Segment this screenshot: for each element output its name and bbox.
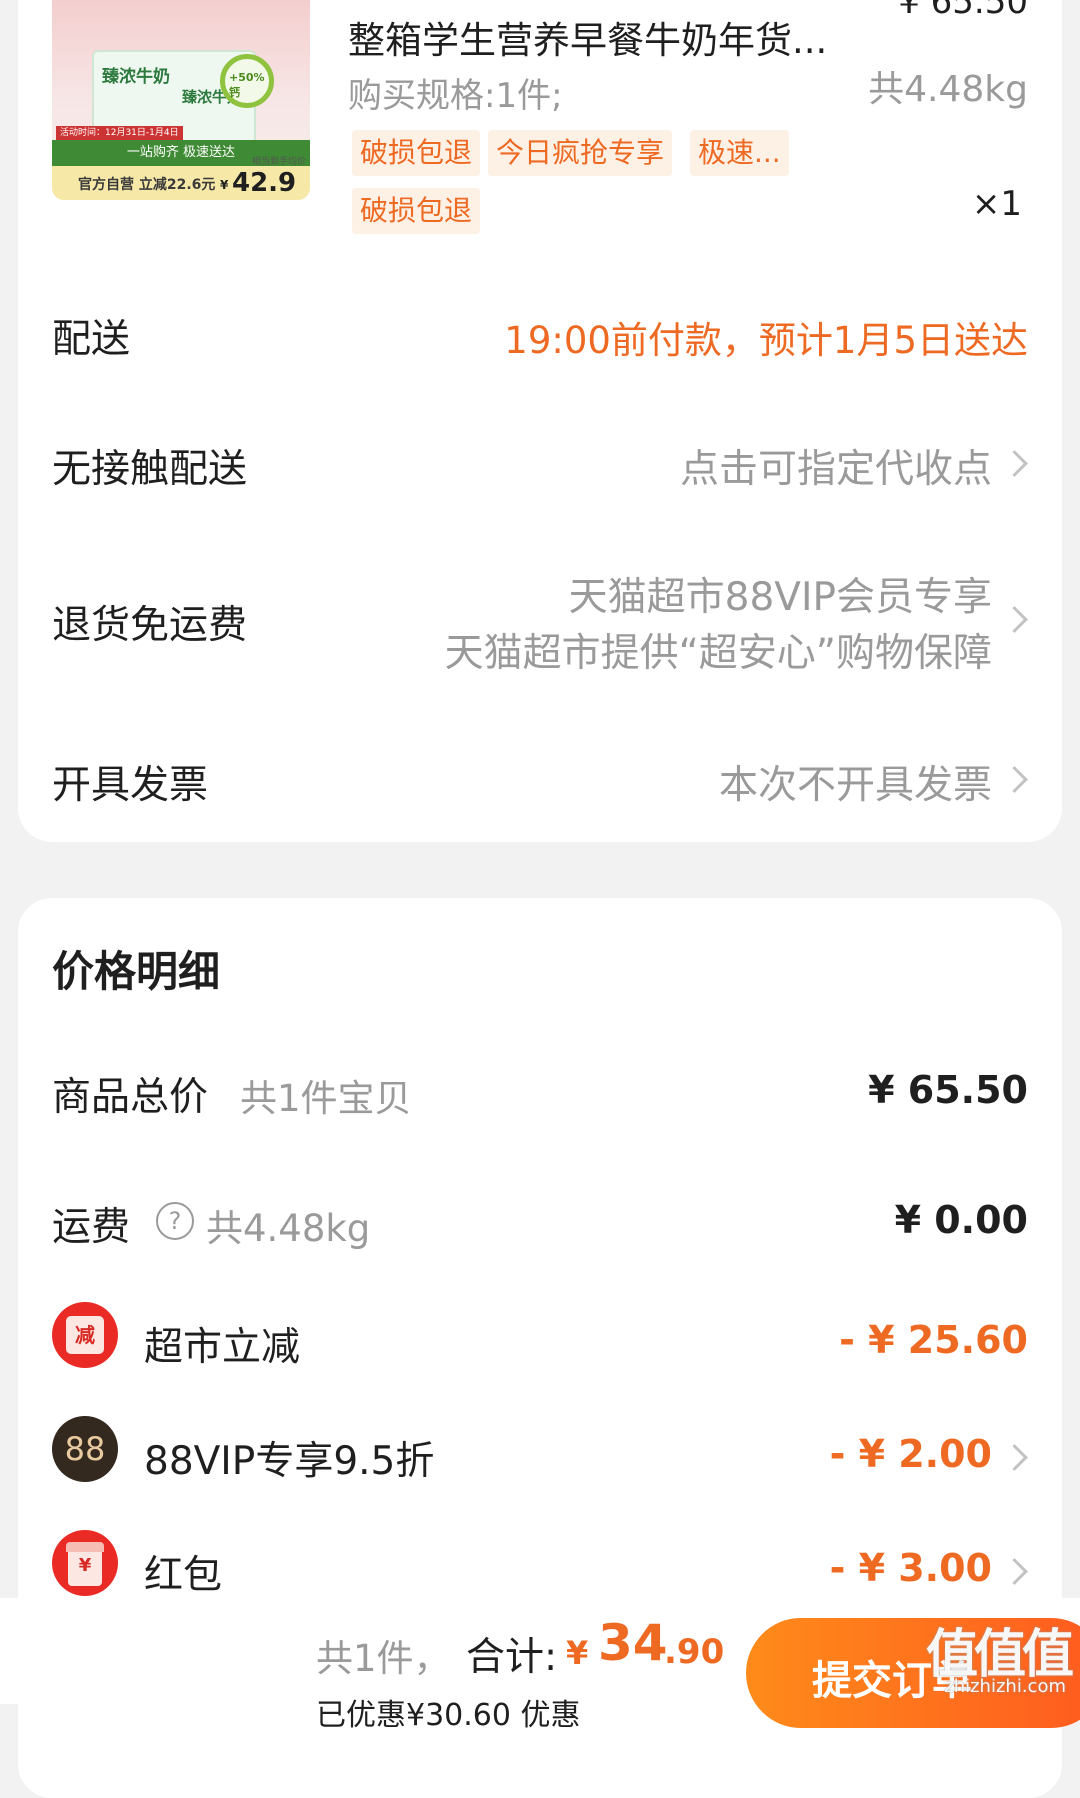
- delivery-label: 配送: [52, 317, 131, 362]
- chevron-right-icon: [1001, 1444, 1028, 1471]
- invoice-value: 本次不开具发票: [718, 763, 992, 808]
- return-shipping-value-2: 天猫超市提供“超安心”购物保障: [444, 631, 992, 676]
- thumb-price-yen: ¥: [220, 178, 229, 192]
- thumb-promo-date: 活动时间：12月31日-1月4日: [56, 126, 183, 140]
- checkout-bar: 共1件， 合计: ¥ 34 .90 已优惠¥30.60 优惠 提交订单: [0, 1598, 1080, 1733]
- red-packet-icon: ¥: [52, 1530, 118, 1596]
- shipping-weight: 共4.48kg: [206, 1207, 371, 1250]
- supermarket-discount-amount: - ¥ 25.60: [839, 1318, 1028, 1362]
- contactless-label: 无接触配送: [52, 447, 248, 492]
- question-circle-icon[interactable]: ?: [156, 1202, 194, 1240]
- red-packet-label: 红包: [144, 1553, 223, 1598]
- product-title[interactable]: 整箱学生营养早餐牛奶年货...: [348, 10, 827, 64]
- price-detail-title: 价格明细: [52, 947, 221, 996]
- product-quantity: ×1: [971, 184, 1022, 224]
- vip-88-icon: 88: [52, 1416, 118, 1482]
- checkout-total-yen: ¥: [566, 1634, 589, 1672]
- goods-total-count: 共1件宝贝: [240, 1077, 412, 1120]
- red-packet-amount: - ¥ 3.00: [829, 1546, 992, 1590]
- checkout-total-label: 合计:: [466, 1635, 558, 1680]
- goods-total-label: 商品总价: [52, 1075, 209, 1120]
- product-tag: 极速...: [690, 130, 789, 176]
- thumb-price-strip: 官方自营 立减22.6元 相当到手均价 ¥ 42.9: [52, 157, 310, 200]
- product-tag: 破损包退: [352, 188, 481, 234]
- product-weight: 共4.48kg: [868, 69, 1028, 110]
- watermark-url: zhizhizhi.com: [944, 1676, 1066, 1697]
- contactless-value: 点击可指定代收点: [679, 447, 992, 492]
- shipping-fee-label: 运费: [52, 1205, 131, 1250]
- product-price: ¥ 65.50: [898, 0, 1028, 22]
- invoice-label: 开具发票: [52, 763, 209, 808]
- thumb-brand-text: 臻浓牛奶: [102, 67, 170, 87]
- checkout-saved-text: 已优惠¥30.60 优惠: [316, 1698, 581, 1733]
- checkout-total-integer: 34: [598, 1614, 668, 1672]
- order-card: 臻浓牛奶 臻浓牛奶 +50%钙 活动时间：12月31日-1月4日 一站购齐 极速…: [18, 0, 1062, 842]
- discount-badge-icon: 减: [52, 1302, 118, 1368]
- return-shipping-label: 退货免运费: [52, 603, 248, 648]
- chevron-right-icon: [1001, 450, 1028, 477]
- thumb-unit-label: 相当到手均价: [252, 157, 307, 167]
- chevron-right-icon: [1001, 766, 1028, 793]
- goods-total-amount: ¥ 65.50: [868, 1068, 1028, 1112]
- checkout-total-decimal: .90: [664, 1632, 725, 1672]
- thumb-promo-text: 一站购齐 极速送达: [126, 145, 236, 160]
- delivery-estimate: 19:00前付款，预计1月5日送达: [504, 319, 1028, 362]
- calcium-badge-icon: +50%钙: [220, 54, 274, 108]
- shipping-fee-amount: ¥ 0.00: [894, 1198, 1028, 1242]
- vip-discount-label: 88VIP专享9.5折: [144, 1439, 435, 1484]
- product-thumbnail[interactable]: 臻浓牛奶 臻浓牛奶 +50%钙 活动时间：12月31日-1月4日 一站购齐 极速…: [52, 0, 310, 200]
- checkout-item-count: 共1件，: [316, 1637, 451, 1680]
- product-spec[interactable]: 购买规格:1件;: [348, 68, 563, 117]
- supermarket-discount-label: 超市立减: [144, 1325, 301, 1370]
- product-tag: 今日疯抢专享: [488, 130, 673, 176]
- chevron-right-icon: [1001, 1558, 1028, 1585]
- thumb-price: 42.9: [232, 168, 297, 198]
- chevron-right-icon: [1001, 606, 1028, 633]
- product-tag: 破损包退: [352, 130, 481, 176]
- thumb-official-text: 官方自营 立减22.6元: [78, 177, 216, 193]
- return-shipping-value-1: 天猫超市88VIP会员专享: [568, 575, 992, 620]
- vip-discount-amount: - ¥ 2.00: [829, 1432, 992, 1476]
